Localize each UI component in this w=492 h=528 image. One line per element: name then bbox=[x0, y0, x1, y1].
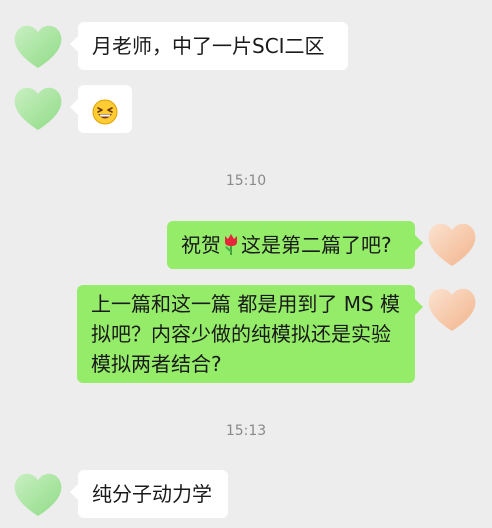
contact-avatar[interactable] bbox=[10, 82, 66, 134]
heart-avatar-icon bbox=[428, 288, 476, 331]
heart-avatar-icon bbox=[14, 473, 62, 516]
message-text: 纯分子动力学 bbox=[92, 482, 212, 506]
contact-avatar[interactable] bbox=[10, 20, 66, 72]
heart-avatar-icon bbox=[14, 87, 62, 130]
my-avatar[interactable] bbox=[424, 218, 480, 270]
timestamp: 15:10 bbox=[225, 173, 267, 189]
message-bubble-incoming[interactable] bbox=[70, 85, 132, 133]
message-text: 祝贺 bbox=[181, 233, 221, 257]
chat-window: 月老师，中了一片SCI二区 15:10 祝贺 这是第二篇了吧? 上一篇和这一篇 … bbox=[0, 0, 492, 528]
message-text: 月老师，中了一片SCI二区 bbox=[92, 34, 325, 58]
heart-avatar-icon bbox=[428, 223, 476, 266]
message-line: 拟吧？内容少做的纯模拟还是实验 bbox=[91, 322, 391, 346]
message-line: 上一篇和这一篇 都是用到了 MS 模 bbox=[91, 292, 401, 316]
grinning-squinting-face-icon bbox=[92, 99, 118, 124]
message-bubble-outgoing[interactable]: 上一篇和这一篇 都是用到了 MS 模 拟吧？内容少做的纯模拟还是实验 模拟两者结… bbox=[77, 285, 423, 383]
message-text: 这是第二篇了吧? bbox=[241, 233, 392, 257]
contact-avatar[interactable] bbox=[10, 468, 66, 520]
message-bubble-incoming[interactable]: 月老师，中了一片SCI二区 bbox=[70, 22, 348, 70]
tulip-icon bbox=[225, 234, 237, 255]
my-avatar[interactable] bbox=[424, 283, 480, 335]
message-bubble-outgoing[interactable]: 祝贺 这是第二篇了吧? bbox=[167, 221, 423, 269]
heart-avatar-icon bbox=[14, 25, 62, 68]
message-line: 模拟两者结合? bbox=[91, 352, 222, 376]
timestamp: 15:13 bbox=[225, 423, 267, 439]
message-bubble-incoming[interactable]: 纯分子动力学 bbox=[70, 470, 228, 518]
